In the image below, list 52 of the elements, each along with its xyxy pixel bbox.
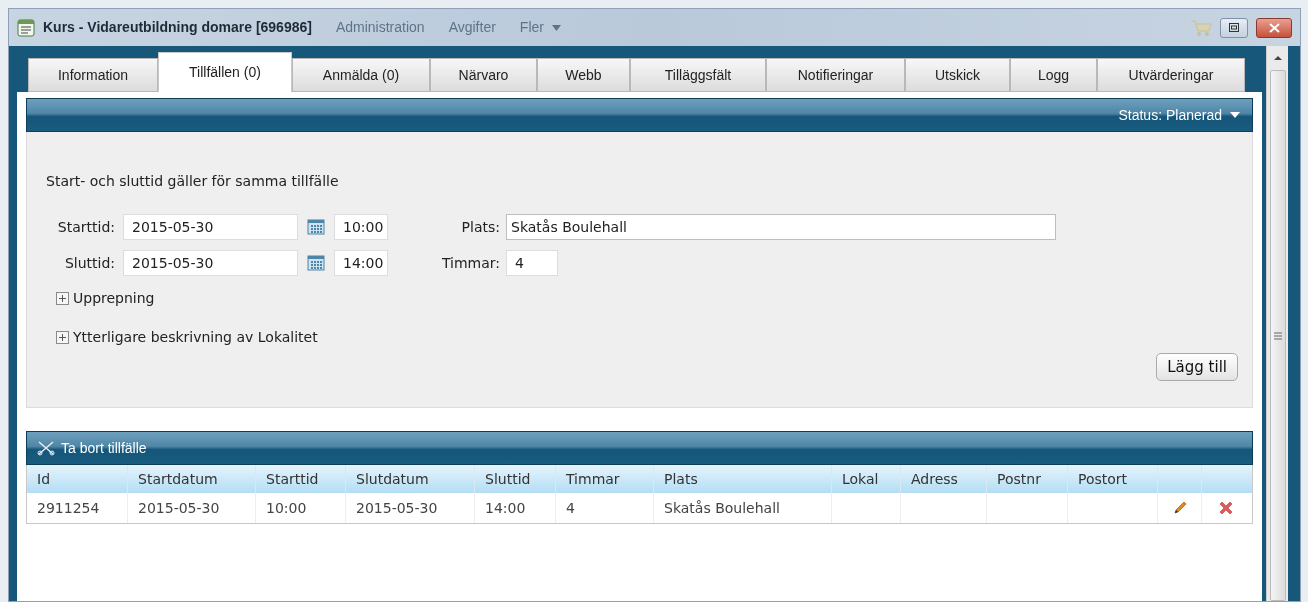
window-title: Kurs - Vidareutbildning domare [696986] [43, 18, 312, 37]
cart-icon [1190, 18, 1212, 37]
expander-label[interactable]: Upprepning [73, 288, 155, 309]
scroll-up-icon[interactable] [1272, 54, 1283, 62]
close-icon [1268, 22, 1280, 33]
tab[interactable]: Logg [1010, 58, 1097, 92]
tab[interactable]: Närvaro [430, 58, 537, 92]
pencil-icon[interactable] [1171, 500, 1188, 516]
field-label: Sluttid: [63, 253, 116, 273]
calendar-icon[interactable] [307, 255, 325, 271]
scrollbar[interactable] [1266, 46, 1288, 601]
field-label: Plats: [460, 217, 501, 237]
expand-icon[interactable] [56, 292, 69, 305]
form-icon [17, 18, 35, 37]
hours-field[interactable]: 4 [506, 250, 558, 276]
date-field[interactable]: 2015-05-30 [123, 214, 298, 240]
tab[interactable]: Utskick [905, 58, 1010, 92]
field-label: Starttid: [56, 217, 116, 237]
status-dropdown[interactable]: Status: Planerad [1118, 104, 1222, 126]
maximize-button[interactable] [1220, 17, 1248, 38]
grip-icon [1273, 331, 1282, 340]
delete-icon[interactable] [1218, 500, 1234, 516]
place-field[interactable]: Skatås Boulehall [506, 214, 1056, 240]
delete-session-button[interactable]: Ta bort tillfälle [61, 437, 147, 459]
field-label: Timmar: [440, 253, 501, 273]
tab[interactable]: Tilläggsfält [630, 58, 766, 92]
caret-icon [551, 24, 561, 31]
date-field[interactable]: 2015-05-30 [123, 250, 298, 276]
expand-icon[interactable] [56, 331, 69, 344]
restore-icon [1229, 23, 1239, 32]
time-field[interactable]: 14:00 [334, 250, 388, 276]
tab[interactable]: Anmälda (0) [292, 58, 430, 92]
calendar-icon[interactable] [307, 219, 325, 235]
close-button[interactable] [1256, 17, 1292, 38]
tab[interactable]: Information [28, 58, 158, 92]
info-text: Start- och sluttid gäller för samma tillfälle [46, 172, 340, 191]
table-cell-text: Skatås Boulehall [664, 498, 780, 518]
caret-icon[interactable] [1230, 112, 1240, 118]
time-field[interactable]: 10:00 [334, 214, 388, 240]
table-cell-text: 10:00 [266, 498, 307, 518]
table-cell-text: 2015-05-30 [138, 498, 220, 518]
tab[interactable]: Notifieringar [766, 58, 905, 92]
expander-label[interactable]: Ytterligare beskrivning av Lokalitet [73, 327, 318, 348]
tab[interactable]: Webb [537, 58, 630, 92]
tab[interactable]: Tillfällen (0) [158, 52, 292, 92]
table-cell-text: 4 [566, 498, 575, 518]
table-cell-text: 14:00 [485, 498, 526, 518]
scissors-icon [37, 440, 55, 456]
table-cell-text: 2015-05-30 [356, 498, 438, 518]
add-button[interactable]: Lägg till [1156, 353, 1238, 381]
table-cell-text: 2911254 [37, 498, 100, 518]
tab[interactable]: Utvärderingar [1097, 58, 1245, 92]
